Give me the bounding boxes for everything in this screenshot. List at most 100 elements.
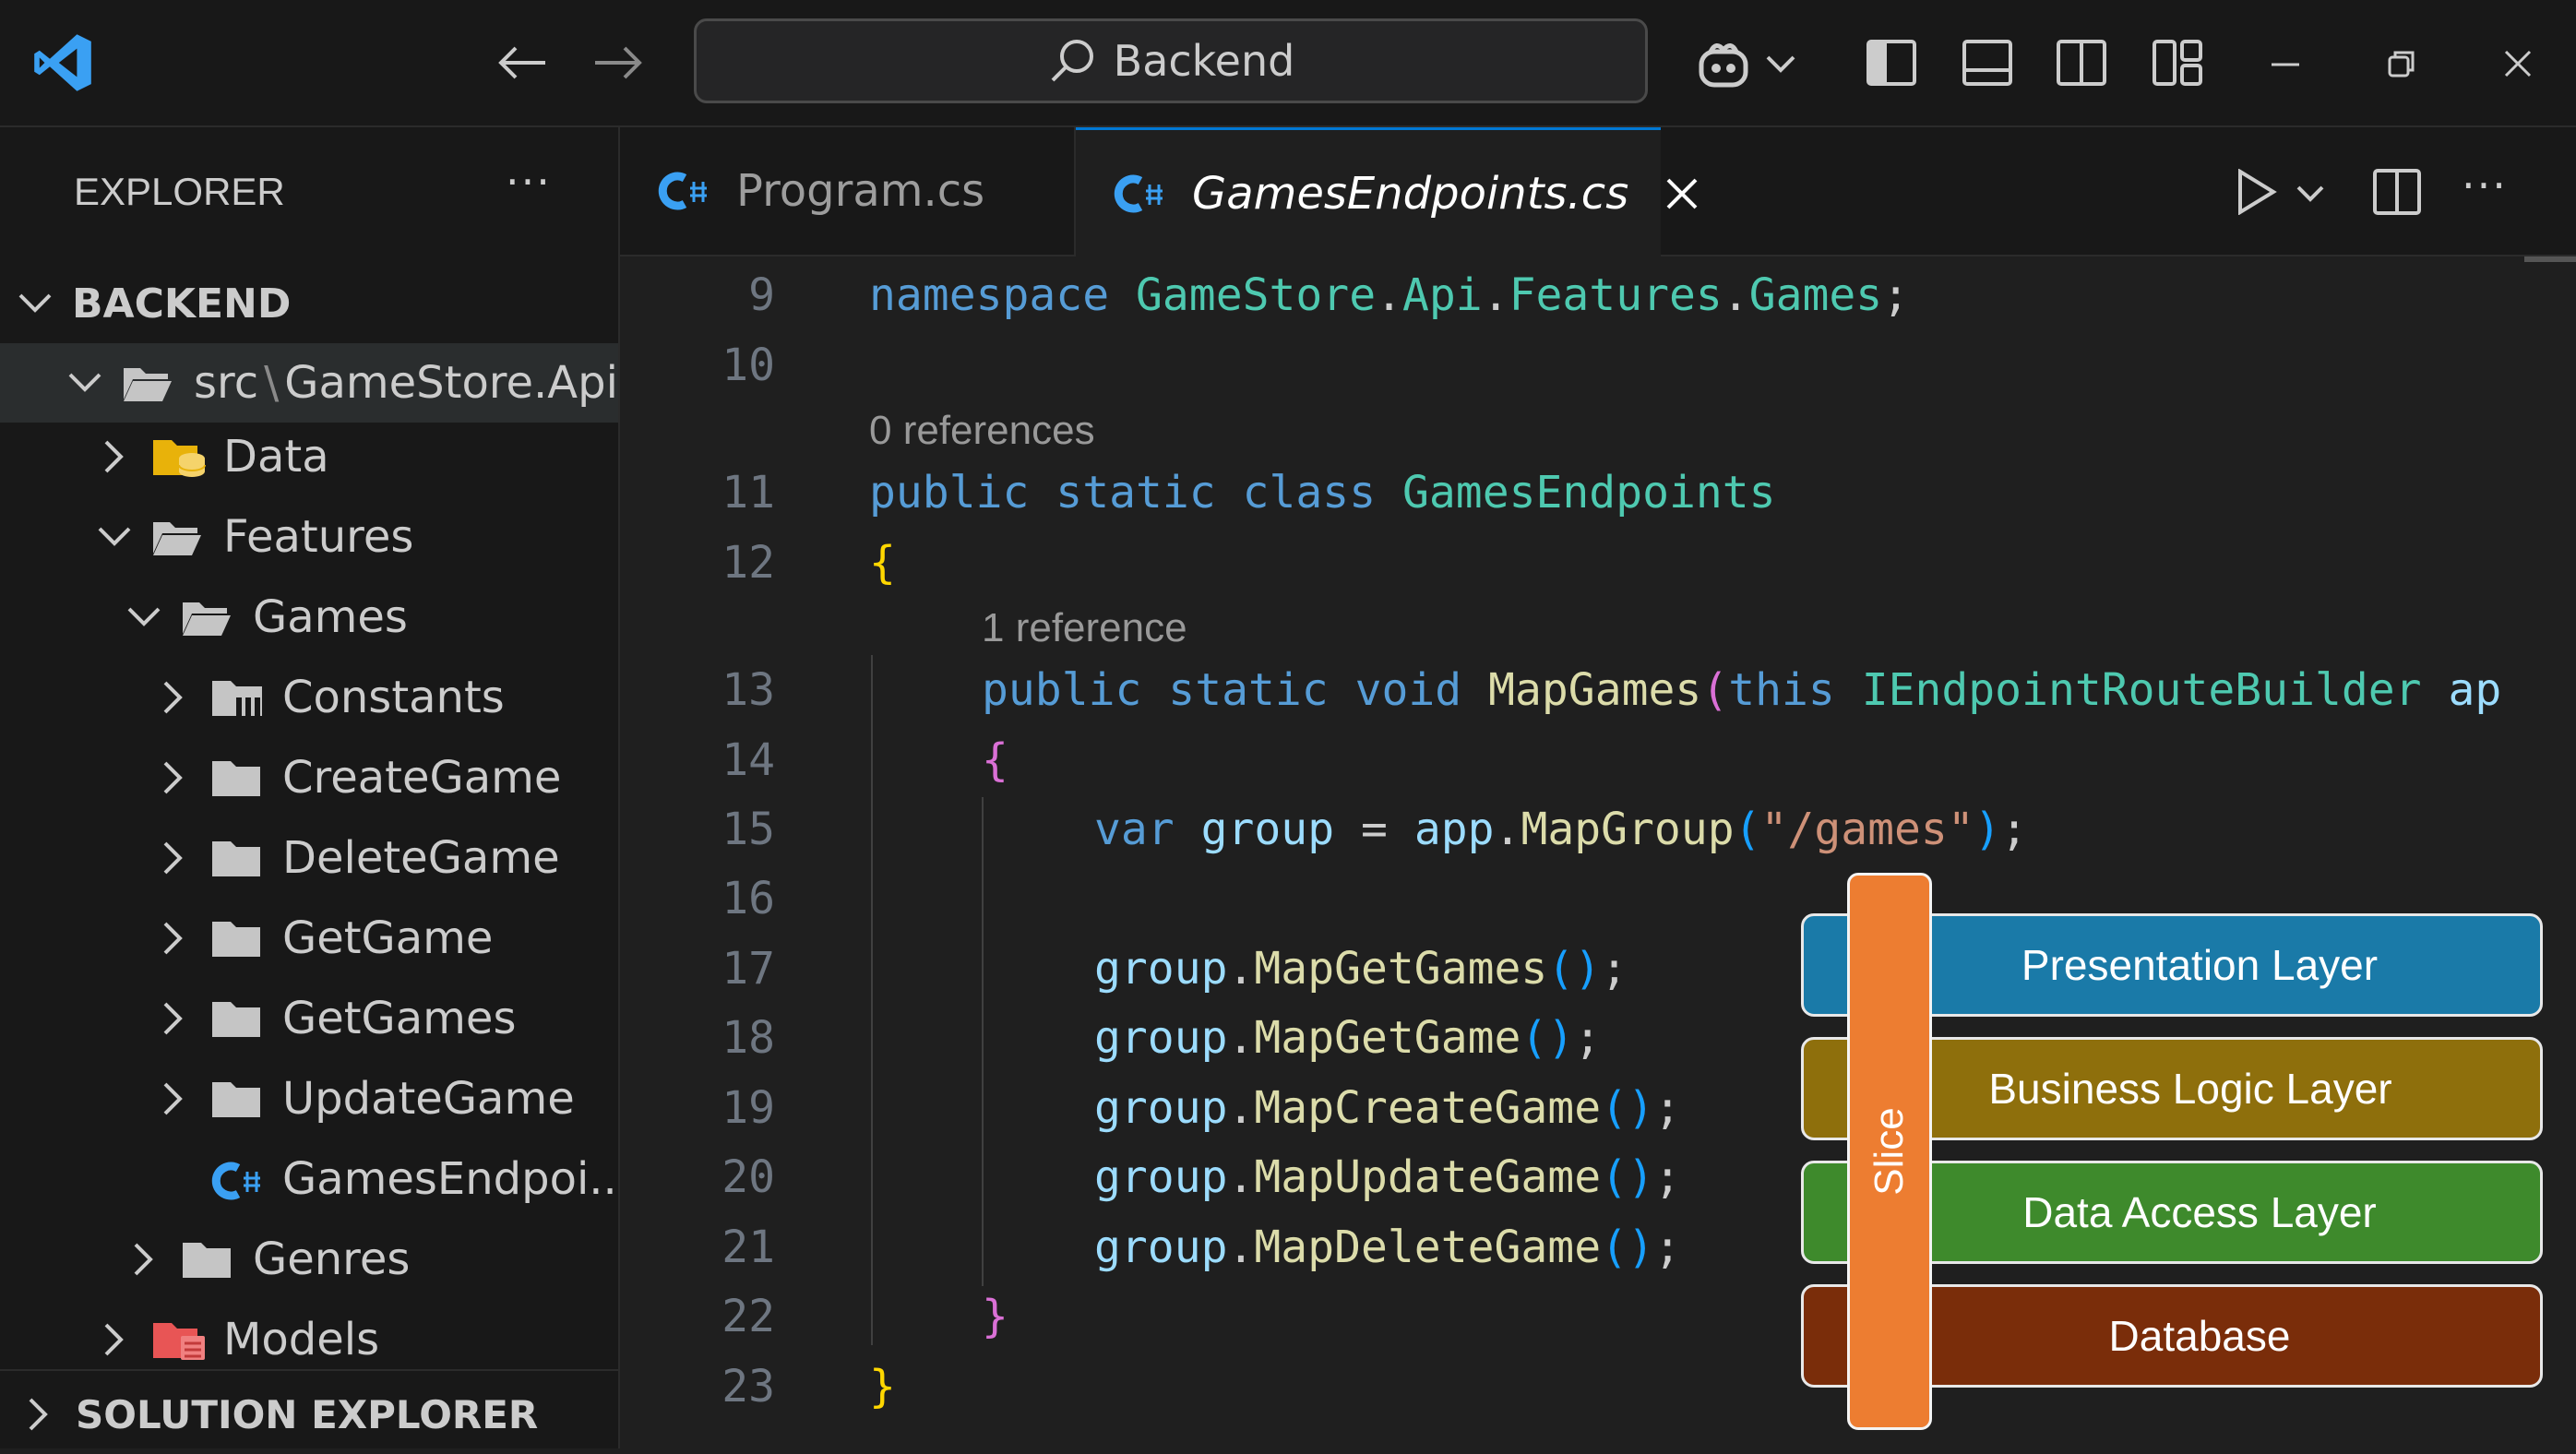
more-actions-icon[interactable]: ··· bbox=[2462, 161, 2508, 210]
code-line-11: public static class GamesEndpoints bbox=[869, 467, 1776, 518]
tree-item-data[interactable]: Data bbox=[0, 417, 618, 496]
editor-tab-bar: Program.cs GamesEndpoints.cs ··· bbox=[620, 127, 2576, 256]
line-number: 14 bbox=[722, 734, 775, 786]
line-number: 10 bbox=[722, 340, 775, 391]
code-line-17: group.MapGetGames(); bbox=[1094, 943, 1628, 995]
chevron-down-icon bbox=[17, 285, 54, 322]
tree-item-gamestore-api[interactable]: src \ GameStore.Api bbox=[0, 343, 618, 423]
solution-explorer-header[interactable]: SOLUTION EXPLORER bbox=[0, 1375, 618, 1454]
code-line-20: group.MapUpdateGame(); bbox=[1094, 1151, 1681, 1203]
explorer-sidebar: EXPLORER ··· BACKEND src \ GameStore.Api D… bbox=[0, 127, 631, 1448]
chevron-down-icon[interactable] bbox=[2292, 175, 2329, 212]
folder-icon bbox=[210, 757, 262, 798]
back-arrow-icon[interactable] bbox=[489, 37, 554, 89]
toggle-primary-sidebar-icon[interactable] bbox=[1864, 35, 1919, 90]
line-number: 22 bbox=[722, 1291, 775, 1342]
models-folder-icon bbox=[151, 1319, 205, 1360]
folder-icon bbox=[181, 1239, 233, 1280]
code-line-15: var group = app.MapGroup("/games"); bbox=[1094, 804, 2028, 855]
slice-bar: Slice bbox=[1847, 873, 1932, 1430]
chevron-down-icon bbox=[66, 364, 103, 401]
chevron-right-icon bbox=[155, 840, 192, 876]
vscode-logo-icon[interactable] bbox=[28, 28, 98, 98]
line-number: 20 bbox=[722, 1151, 775, 1203]
forward-arrow-icon[interactable] bbox=[587, 37, 651, 89]
line-number: 12 bbox=[722, 537, 775, 589]
chevron-right-icon bbox=[155, 759, 192, 796]
code-lens-references[interactable]: 0 references bbox=[869, 408, 1095, 454]
chevron-right-icon bbox=[155, 1080, 192, 1117]
tree-item-models[interactable]: Models bbox=[0, 1300, 618, 1379]
constants-folder-icon bbox=[210, 677, 262, 718]
explorer-title: EXPLORER bbox=[74, 170, 285, 213]
tree-item-games[interactable]: Games bbox=[0, 578, 618, 657]
scrollbar-thumb[interactable] bbox=[2524, 256, 2576, 262]
tree-item-constants[interactable]: Constants bbox=[0, 658, 618, 737]
chevron-right-icon bbox=[96, 1321, 133, 1358]
code-lens-reference[interactable]: 1 reference bbox=[982, 605, 1187, 651]
toggle-secondary-sidebar-icon[interactable] bbox=[2054, 35, 2109, 90]
chevron-down-icon bbox=[125, 599, 162, 636]
code-line-23: } bbox=[869, 1361, 896, 1412]
chevron-right-icon bbox=[155, 679, 192, 716]
minimize-icon[interactable] bbox=[2264, 46, 2307, 83]
line-number: 13 bbox=[722, 664, 775, 716]
line-number: 23 bbox=[722, 1361, 775, 1412]
folder-icon bbox=[210, 918, 262, 959]
backend-section-header[interactable]: BACKEND bbox=[0, 264, 618, 343]
chevron-right-icon bbox=[125, 1241, 162, 1278]
customize-layout-icon[interactable] bbox=[2150, 35, 2205, 90]
section-divider bbox=[0, 1369, 618, 1371]
chevron-right-icon bbox=[155, 920, 192, 957]
line-number: 16 bbox=[722, 873, 775, 924]
chevron-right-icon bbox=[155, 1000, 192, 1037]
restore-icon[interactable] bbox=[2380, 42, 2423, 85]
chevron-down-icon[interactable] bbox=[1762, 46, 1799, 83]
code-line-9: namespace GameStore.Api.Features.Games; bbox=[869, 269, 1910, 321]
close-window-icon[interactable] bbox=[2497, 42, 2539, 85]
tab-program-cs[interactable]: Program.cs bbox=[620, 127, 1076, 255]
tree-item-gamesendpoints[interactable]: GamesEndpoi... bbox=[0, 1139, 631, 1219]
folder-icon bbox=[210, 998, 262, 1039]
tree-item-getgames[interactable]: GetGames bbox=[0, 979, 618, 1058]
tree-item-features[interactable]: Features bbox=[0, 497, 618, 577]
chevron-down-icon bbox=[96, 518, 133, 555]
csharp-file-icon bbox=[657, 169, 712, 213]
split-editor-icon[interactable] bbox=[2369, 164, 2425, 220]
line-number: 18 bbox=[722, 1012, 775, 1064]
line-number: 21 bbox=[722, 1222, 775, 1273]
line-number: 11 bbox=[722, 467, 775, 518]
tree-item-genres[interactable]: Genres bbox=[0, 1220, 618, 1299]
code-line-21: group.MapDeleteGame(); bbox=[1094, 1222, 1681, 1273]
tree-item-deletegame[interactable]: DeleteGame bbox=[0, 818, 618, 898]
title-bar: Backend bbox=[0, 0, 2576, 127]
chevron-right-icon bbox=[20, 1396, 57, 1433]
tree-item-updategame[interactable]: UpdateGame bbox=[0, 1059, 618, 1138]
tab-gamesendpoints-cs[interactable]: GamesEndpoints.cs bbox=[1076, 127, 1698, 256]
toggle-panel-icon[interactable] bbox=[1960, 35, 2015, 90]
code-line-13: public static void MapGames(this IEndpoi… bbox=[982, 664, 2502, 716]
tree-item-getgame[interactable]: GetGame bbox=[0, 899, 618, 978]
database-folder-icon bbox=[151, 436, 206, 477]
copilot-icon[interactable] bbox=[1694, 35, 1753, 94]
folder-icon bbox=[210, 1079, 262, 1119]
code-line-14: { bbox=[982, 734, 1008, 786]
close-tab-icon[interactable] bbox=[1665, 177, 1699, 210]
indent-guide bbox=[871, 655, 873, 1345]
more-actions-icon[interactable]: ··· bbox=[506, 157, 552, 207]
csharp-file-icon bbox=[1113, 172, 1168, 216]
line-number: 17 bbox=[722, 943, 775, 995]
open-folder-icon bbox=[181, 597, 233, 638]
open-folder-icon bbox=[151, 517, 203, 557]
command-center-search[interactable]: Backend bbox=[694, 18, 1648, 103]
chevron-right-icon bbox=[96, 438, 133, 475]
open-folder-icon bbox=[122, 363, 173, 403]
code-editor[interactable]: 9 10 11 12 13 14 15 16 17 18 19 20 21 22… bbox=[620, 256, 2576, 1448]
code-line-19: group.MapCreateGame(); bbox=[1094, 1082, 1681, 1134]
search-icon bbox=[1047, 36, 1097, 86]
line-number: 19 bbox=[722, 1082, 775, 1134]
csharp-file-icon bbox=[210, 1159, 262, 1200]
indent-guide bbox=[982, 797, 984, 1286]
run-icon[interactable] bbox=[2229, 164, 2284, 220]
tree-item-creategame[interactable]: CreateGame bbox=[0, 738, 618, 817]
